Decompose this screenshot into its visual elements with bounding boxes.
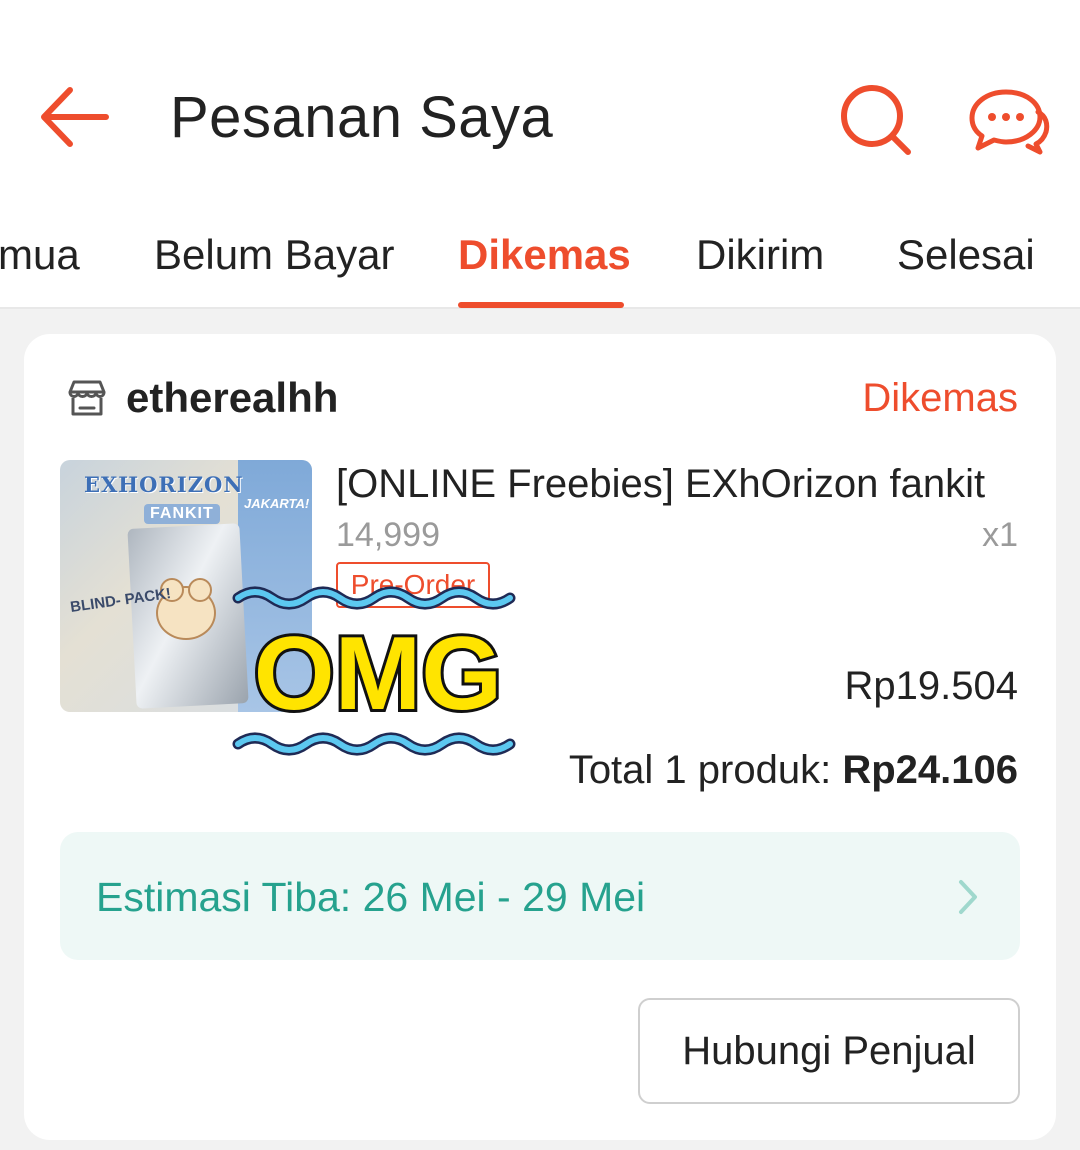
product-variant: 14,999 — [336, 516, 440, 554]
tab-semua[interactable]: mua — [0, 231, 80, 279]
store-icon — [68, 380, 106, 416]
app-header: Pesanan Saya — [0, 0, 1080, 205]
order-tabs: mua Belum Bayar Dikemas Dikirim Selesai — [0, 205, 1080, 309]
order-total: Total 1 produk: Rp24.106 — [569, 748, 1018, 793]
product-price: Rp19.504 — [844, 664, 1018, 708]
product-name[interactable]: [ONLINE Freebies] EXhOrizon fankit — [336, 462, 1026, 507]
back-button[interactable] — [36, 82, 110, 152]
order-status-label: Dikemas — [862, 376, 1018, 420]
tab-dikirim[interactable]: Dikirim — [696, 231, 824, 279]
order-card[interactable]: etherealhh Dikemas EXHORIZON FANKIT JAKA… — [24, 334, 1056, 1140]
arrow-left-icon — [41, 87, 109, 147]
chat-button[interactable] — [966, 86, 1050, 156]
tab-belum-bayar[interactable]: Belum Bayar — [154, 231, 394, 279]
total-label: Total 1 produk: — [568, 748, 832, 792]
search-icon — [841, 85, 911, 155]
tab-selesai[interactable]: Selesai — [897, 231, 1035, 279]
preorder-badge: Pre-Order — [336, 562, 490, 608]
product-quantity: x1 — [982, 516, 1018, 554]
active-tab-indicator — [458, 302, 624, 308]
shop-name[interactable]: etherealhh — [126, 374, 338, 422]
search-button[interactable] — [838, 82, 914, 158]
total-amount: Rp24.106 — [842, 748, 1018, 792]
thumbnail-subtitle: FANKIT — [144, 504, 220, 524]
chevron-right-icon — [959, 880, 977, 914]
product-thumbnail[interactable]: EXHORIZON FANKIT JAKARTA! BLIND- PACK! — [60, 460, 312, 712]
thumbnail-city: JAKARTA! — [244, 496, 310, 511]
tab-dikemas[interactable]: Dikemas — [458, 231, 631, 279]
thumbnail-title: EXHORIZON — [84, 472, 244, 497]
delivery-estimate-text: Estimasi Tiba: 26 Mei - 29 Mei — [96, 874, 646, 920]
chat-icon — [969, 89, 1050, 155]
delivery-estimate-bar[interactable]: Estimasi Tiba: 26 Mei - 29 Mei — [60, 832, 1020, 960]
page-title: Pesanan Saya — [170, 85, 554, 150]
contact-seller-button[interactable]: Hubungi Penjual — [638, 998, 1020, 1104]
